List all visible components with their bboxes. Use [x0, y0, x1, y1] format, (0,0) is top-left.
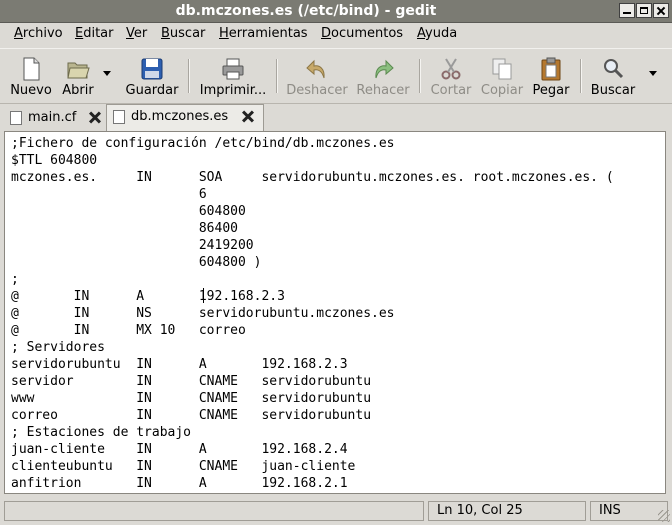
copy-icon [492, 58, 512, 80]
scissors-icon [441, 58, 461, 80]
menu-buscar[interactable]: Buscar [161, 26, 205, 41]
new-button[interactable]: Nuevo [6, 53, 56, 101]
insert-mode: INS [590, 501, 668, 521]
text-file-icon [113, 110, 125, 124]
menu-ayuda[interactable]: Ayuda [417, 26, 457, 41]
redo-button[interactable]: Rehacer [354, 53, 412, 101]
maximize-icon[interactable] [636, 3, 652, 18]
new-document-icon [23, 57, 40, 81]
window-title: db.mczones.es (/etc/bind) - gedit [175, 3, 437, 19]
search-icon [604, 59, 624, 79]
cursor-position: Ln 10, Col 25 [428, 501, 586, 521]
save-icon [141, 58, 163, 80]
resize-grip-icon[interactable] [658, 510, 670, 522]
menu-archivo[interactable]: Archivo [14, 26, 63, 41]
minimize-icon[interactable] [619, 3, 635, 18]
toolbar-separator [188, 59, 190, 93]
toolbar-overflow-icon[interactable] [649, 71, 657, 76]
find-button[interactable]: Buscar [588, 53, 638, 101]
status-message [4, 501, 424, 521]
print-button[interactable]: Imprimir... [197, 53, 269, 101]
folder-open-icon [67, 62, 90, 79]
document-tabs: main.cf db.mczones.es [0, 104, 672, 132]
undo-icon [306, 59, 325, 79]
close-tab-icon[interactable] [88, 110, 102, 124]
tab-main-cf[interactable]: main.cf [4, 106, 104, 130]
redo-icon [375, 59, 394, 79]
menu-documentos[interactable]: Documentos [321, 26, 403, 41]
save-button[interactable]: Guardar [123, 53, 181, 101]
copy-button[interactable]: Copiar [478, 53, 526, 101]
cut-button[interactable]: Cortar [427, 53, 475, 101]
open-recent-dropdown-icon[interactable] [103, 71, 111, 76]
menu-bar: Archivo Editar Ver Buscar Herramientas D… [0, 23, 672, 47]
status-bar: Ln 10, Col 25 INS [0, 500, 672, 525]
text-file-icon [10, 111, 22, 125]
tab-db-mczones-es[interactable]: db.mczones.es [106, 104, 264, 132]
toolbar-separator [419, 59, 421, 93]
close-window-icon[interactable] [653, 3, 669, 18]
menu-editar[interactable]: Editar [75, 26, 114, 41]
close-tab-icon[interactable] [241, 109, 255, 123]
paste-button[interactable]: Pegar [528, 53, 574, 101]
toolbar-separator [276, 59, 278, 93]
paste-icon [541, 57, 561, 81]
document-text[interactable]: ;Fichero de configuración /etc/bind/db.m… [11, 135, 614, 492]
title-bar: db.mczones.es (/etc/bind) - gedit [0, 0, 672, 23]
text-editor[interactable]: ;Fichero de configuración /etc/bind/db.m… [4, 131, 666, 494]
open-button[interactable]: Abrir [58, 53, 98, 101]
menu-ver[interactable]: Ver [126, 26, 147, 41]
toolbar: Nuevo Abrir Guardar Imprimir... Deshacer… [0, 48, 672, 104]
print-icon [222, 58, 244, 80]
text-cursor [203, 288, 204, 303]
toolbar-separator [580, 59, 582, 93]
undo-button[interactable]: Deshacer [284, 53, 350, 101]
menu-herramientas[interactable]: Herramientas [219, 26, 308, 41]
